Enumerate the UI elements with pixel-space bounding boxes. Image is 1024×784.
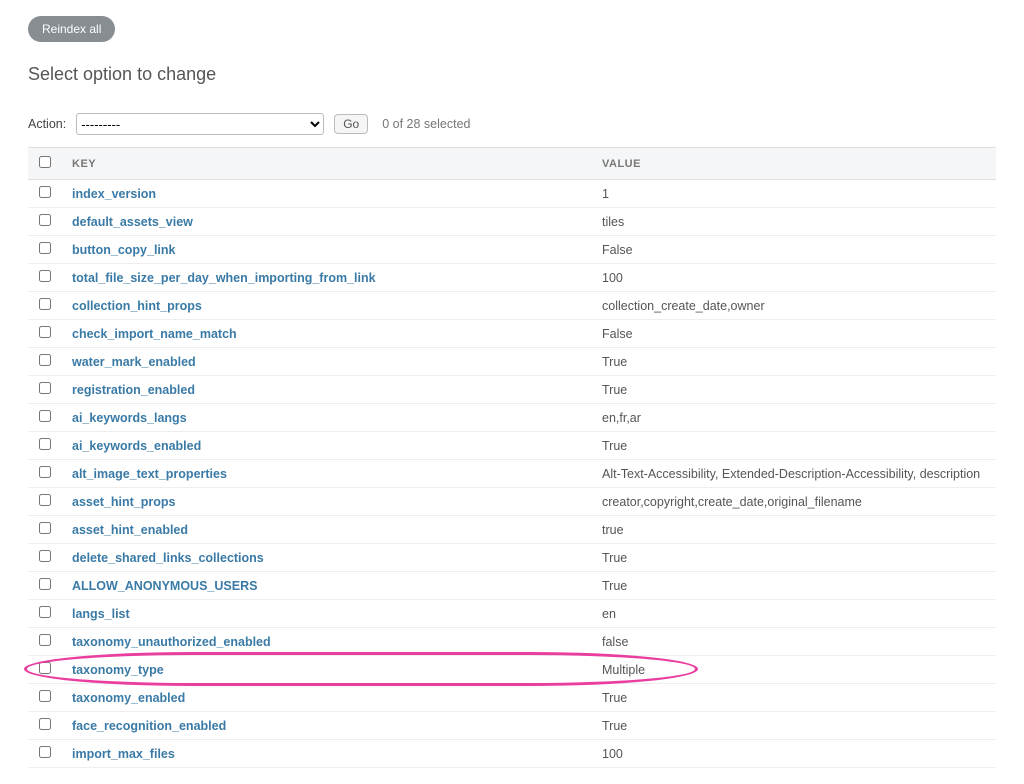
table-row: asset_hint_props creator,copyright,create… — [28, 488, 996, 516]
row-checkbox[interactable] — [39, 382, 51, 394]
option-value: collection_create_date,owner — [592, 292, 996, 320]
row-checkbox[interactable] — [39, 410, 51, 422]
option-value: True — [592, 684, 996, 712]
option-value: en — [592, 600, 996, 628]
table-row: registration_enabled True — [28, 376, 996, 404]
option-key-link[interactable]: asset_hint_props — [72, 495, 176, 509]
table-row: ALLOW_ANONYMOUS_USERS True — [28, 572, 996, 600]
option-key-link[interactable]: total_file_size_per_day_when_importing_f… — [72, 271, 376, 285]
page-title: Select option to change — [28, 64, 996, 85]
row-checkbox[interactable] — [39, 466, 51, 478]
selection-count: 0 of 28 selected — [382, 117, 470, 131]
option-value: 100 — [592, 264, 996, 292]
option-value: True — [592, 432, 996, 460]
row-checkbox[interactable] — [39, 746, 51, 758]
table-row: collection_hint_props collection_create_d… — [28, 292, 996, 320]
table-row: import_max_files 100 — [28, 740, 996, 768]
row-checkbox[interactable] — [39, 438, 51, 450]
action-select[interactable]: --------- — [76, 113, 324, 135]
option-value: Multiple — [592, 656, 996, 684]
table-row: total_file_size_per_day_when_importing_f… — [28, 264, 996, 292]
option-key-link[interactable]: ALLOW_ANONYMOUS_USERS — [72, 579, 257, 593]
option-value: False — [592, 320, 996, 348]
column-header-key[interactable]: KEY — [62, 148, 592, 180]
option-value: false — [592, 628, 996, 656]
option-value: True — [592, 544, 996, 572]
table-row: default_assets_view tiles — [28, 208, 996, 236]
option-value: True — [592, 348, 996, 376]
option-value: true — [592, 516, 996, 544]
row-checkbox[interactable] — [39, 718, 51, 730]
option-key-link[interactable]: ai_keywords_langs — [72, 411, 187, 425]
option-key-link[interactable]: import_max_files — [72, 747, 175, 761]
table-row: water_mark_enabled True — [28, 348, 996, 376]
row-checkbox[interactable] — [39, 578, 51, 590]
row-checkbox[interactable] — [39, 634, 51, 646]
column-header-value[interactable]: VALUE — [592, 148, 996, 180]
row-checkbox[interactable] — [39, 354, 51, 366]
row-checkbox[interactable] — [39, 606, 51, 618]
option-key-link[interactable]: delete_shared_links_collections — [72, 551, 264, 565]
option-key-link[interactable]: water_mark_enabled — [72, 355, 196, 369]
table-row: taxonomy_type Multiple — [28, 656, 996, 684]
option-key-link[interactable]: taxonomy_unauthorized_enabled — [72, 635, 271, 649]
table-row: taxonomy_enabled True — [28, 684, 996, 712]
option-key-link[interactable]: asset_hint_enabled — [72, 523, 188, 537]
option-value: True — [592, 572, 996, 600]
table-row: alt_image_text_properties Alt-Text-Access… — [28, 460, 996, 488]
option-key-link[interactable]: button_copy_link — [72, 243, 175, 257]
option-key-link[interactable]: collection_hint_props — [72, 299, 202, 313]
option-value: Alt-Text-Accessibility, Extended-Descrip… — [592, 460, 996, 488]
option-key-link[interactable]: ai_keywords_enabled — [72, 439, 201, 453]
option-value: False — [592, 236, 996, 264]
option-value: True — [592, 712, 996, 740]
action-label: Action: — [28, 117, 66, 131]
option-key-link[interactable]: face_recognition_enabled — [72, 719, 226, 733]
options-table: KEY VALUE index_version1default_assets_v… — [28, 147, 996, 768]
option-key-link[interactable]: index_version — [72, 187, 156, 201]
table-row: index_version 1 — [28, 180, 996, 208]
select-all-checkbox[interactable] — [39, 156, 51, 168]
row-checkbox[interactable] — [39, 214, 51, 226]
action-bar: Action: --------- Go 0 of 28 selected — [28, 113, 996, 135]
option-value: 100 — [592, 740, 996, 768]
table-row: taxonomy_unauthorized_enabled false — [28, 628, 996, 656]
table-row: delete_shared_links_collections True — [28, 544, 996, 572]
row-checkbox[interactable] — [39, 270, 51, 282]
row-checkbox[interactable] — [39, 186, 51, 198]
option-value: creator,copyright,create_date,original_f… — [592, 488, 996, 516]
option-key-link[interactable]: langs_list — [72, 607, 130, 621]
row-checkbox[interactable] — [39, 550, 51, 562]
row-checkbox[interactable] — [39, 690, 51, 702]
row-checkbox[interactable] — [39, 662, 51, 674]
option-key-link[interactable]: registration_enabled — [72, 383, 195, 397]
table-row: ai_keywords_langs en,fr,ar — [28, 404, 996, 432]
go-button[interactable]: Go — [334, 114, 368, 134]
option-key-link[interactable]: default_assets_view — [72, 215, 193, 229]
table-row: button_copy_link False — [28, 236, 996, 264]
row-checkbox[interactable] — [39, 494, 51, 506]
row-checkbox[interactable] — [39, 522, 51, 534]
table-row: ai_keywords_enabled True — [28, 432, 996, 460]
table-row: asset_hint_enabled true — [28, 516, 996, 544]
option-value: 1 — [592, 180, 996, 208]
row-checkbox[interactable] — [39, 298, 51, 310]
option-key-link[interactable]: taxonomy_enabled — [72, 691, 185, 705]
option-key-link[interactable]: alt_image_text_properties — [72, 467, 227, 481]
option-key-link[interactable]: taxonomy_type — [72, 663, 164, 677]
row-checkbox[interactable] — [39, 242, 51, 254]
option-key-link[interactable]: check_import_name_match — [72, 327, 237, 341]
option-value: en,fr,ar — [592, 404, 996, 432]
table-row: face_recognition_enabled True — [28, 712, 996, 740]
option-value: tiles — [592, 208, 996, 236]
reindex-all-button[interactable]: Reindex all — [28, 16, 115, 42]
table-row: langs_list en — [28, 600, 996, 628]
option-value: True — [592, 376, 996, 404]
table-row: check_import_name_match False — [28, 320, 996, 348]
row-checkbox[interactable] — [39, 326, 51, 338]
